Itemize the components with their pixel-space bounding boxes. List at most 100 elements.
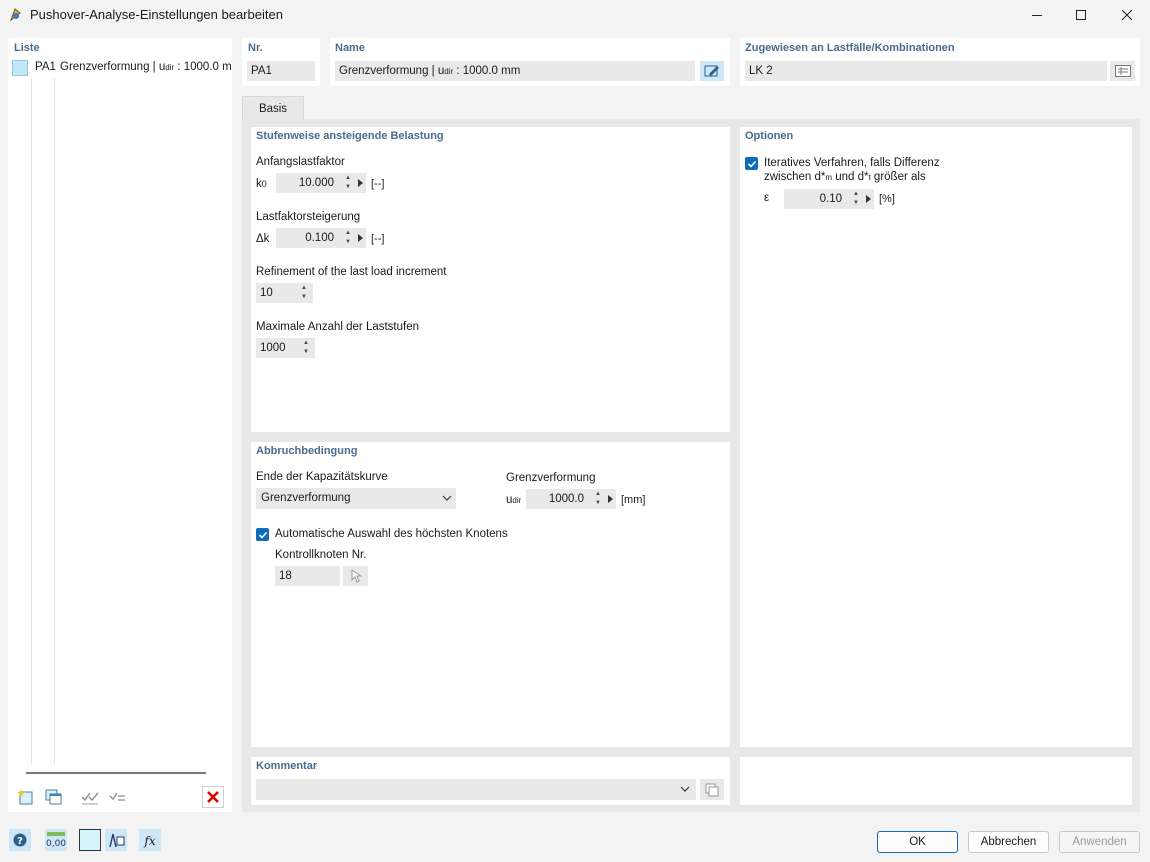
increment-value: 0.100 [305,232,334,244]
name-value-tail: : 1000.0 mm [453,65,521,77]
end-curve-select[interactable]: Grenzverformung [256,488,456,509]
list-item[interactable]: PA1 Grenzverformung | udir : 1000.0 mm [10,59,232,77]
increment-stepper[interactable]: ▲ ▼ [344,230,352,246]
epsilon-unit: [%] [879,193,895,205]
delete-icon[interactable] [202,786,224,808]
iterative-line2-c: und d* [832,171,869,183]
pick-cursor-icon [351,569,362,583]
edit-icon [704,65,719,77]
new-item-icon[interactable] [15,786,37,808]
list-item-label-tail: : 1000.0 mm [177,61,232,73]
app-icon [8,7,23,22]
epsilon-value: 0.10 [819,193,842,205]
assigned-field[interactable]: LK 2 [745,61,1107,81]
control-node-field[interactable]: 18 [275,566,340,586]
cancel-button-label: Abbrechen [980,836,1037,848]
name-field[interactable]: Grenzverformung | udir : 1000.0 mm [335,61,695,81]
initial-factor-menu-arrow[interactable] [358,179,363,187]
list-header: Liste [14,42,40,54]
iterative-line2-e: größer als [870,171,926,183]
increment-unit: [--] [371,233,385,245]
increment-label: Lastfaktorsteigerung [256,211,361,223]
list-item-label-sub: dir [165,63,175,72]
maximize-button[interactable] [1058,0,1104,30]
initial-factor-unit: [--] [371,178,385,190]
refinement-stepper[interactable]: ▲ ▼ [300,285,308,301]
auto-select-label: Automatische Auswahl des höchsten Knoten… [275,528,508,540]
iterative-checkbox[interactable] [745,157,758,170]
initial-factor-symbol-sub: 0 [261,179,267,189]
epsilon-input[interactable]: 0.10 ▲ ▼ [784,189,874,209]
minimize-button[interactable] [1014,0,1060,30]
limit-menu-arrow[interactable] [608,495,613,503]
list-panel: Liste PA1 Grenzverformung | udir : 1000.… [8,38,232,812]
nr-field[interactable]: PA1 [247,61,315,81]
increment-menu-arrow[interactable] [358,234,363,242]
epsilon-symbol: ε [764,192,770,204]
help-icon[interactable]: ? [9,829,31,851]
epsilon-stepper[interactable]: ▲ ▼ [852,191,860,207]
iterative-line2-a: zwischen d* [764,171,826,183]
options-header: Optionen [745,130,794,142]
initial-factor-stepper[interactable]: ▲ ▼ [344,175,352,191]
svg-text:?: ? [17,836,23,847]
end-curve-label: Ende der Kapazitätskurve [256,471,388,483]
increment-input[interactable]: 0.100 ▲ ▼ [276,228,366,248]
name-value-sub: dir [444,67,454,76]
name-panel: Name Grenzverformung | udir : 1000.0 mm [330,38,730,86]
pick-node-button[interactable] [343,566,368,586]
options-panel: Optionen Iteratives Verfahren, falls Dif… [740,127,1132,747]
max-steps-stepper[interactable]: ▲ ▼ [302,340,310,356]
decimal-places-icon[interactable]: 0,00 [45,829,67,851]
list-item-color-swatch [12,60,28,76]
uncheck-all-icon[interactable] [107,786,129,808]
assigned-header: Zugewiesen an Lastfälle/Kombinationen [745,42,955,54]
copy-icon [705,783,719,796]
close-button[interactable] [1104,0,1150,30]
chevron-down-icon [442,495,452,501]
tree-line [31,78,32,764]
copy-item-icon[interactable] [43,786,65,808]
ok-button[interactable]: OK [877,831,958,853]
refinement-value: 10 [260,287,273,299]
check-all-icon[interactable] [79,786,101,808]
limit-unit: [mm] [621,494,646,506]
color-icon[interactable] [79,829,101,851]
max-steps-input[interactable]: 1000 ▲ ▼ [256,338,315,358]
epsilon-menu-arrow[interactable] [866,195,871,203]
iterative-label-line2: zwischen d*m und d*t größer als [764,171,926,183]
limit-symbol: udir [506,494,521,506]
comment-library-button[interactable] [700,779,724,800]
refinement-input[interactable]: 10 ▲ ▼ [256,283,313,303]
formula-icon[interactable]: fx [139,829,161,851]
initial-factor-label: Anfangslastfaktor [256,156,345,168]
ok-button-label: OK [909,836,926,848]
comment-select[interactable] [256,779,696,800]
comment-panel: Kommentar [251,757,730,805]
termination-header: Abbruchbedingung [256,445,358,457]
chevron-down-icon [680,786,690,792]
window-title: Pushover-Analyse-Einstellungen bearbeite… [30,7,283,22]
tree-line [54,78,55,764]
initial-factor-input[interactable]: 10.000 ▲ ▼ [276,173,366,193]
list-scrollbar[interactable] [26,772,206,774]
table-select-icon [1114,65,1131,77]
tab-basis-label: Basis [258,102,288,115]
apply-button[interactable]: Anwenden [1059,831,1140,853]
select-loadcases-button[interactable] [1110,61,1135,81]
max-steps-value: 1000 [260,342,286,354]
display-settings-icon[interactable] [105,829,127,851]
svg-text:0,00: 0,00 [46,839,66,849]
cancel-button[interactable]: Abbrechen [968,831,1049,853]
tab-basis[interactable]: Basis [242,96,304,120]
loading-panel: Stufenweise ansteigende Belastung Anfang… [251,127,730,432]
limit-input[interactable]: 1000.0 ▲ ▼ [526,489,616,509]
title-bar: Pushover-Analyse-Einstellungen bearbeite… [0,0,1150,30]
end-curve-value: Grenzverformung [261,492,351,504]
list-item-label-main: Grenzverformung | u [60,61,166,73]
max-steps-label: Maximale Anzahl der Laststufen [256,321,420,333]
initial-factor-value: 10.000 [298,177,334,189]
limit-stepper[interactable]: ▲ ▼ [594,491,602,507]
auto-select-checkbox[interactable] [256,528,269,541]
edit-name-button[interactable] [700,61,724,81]
